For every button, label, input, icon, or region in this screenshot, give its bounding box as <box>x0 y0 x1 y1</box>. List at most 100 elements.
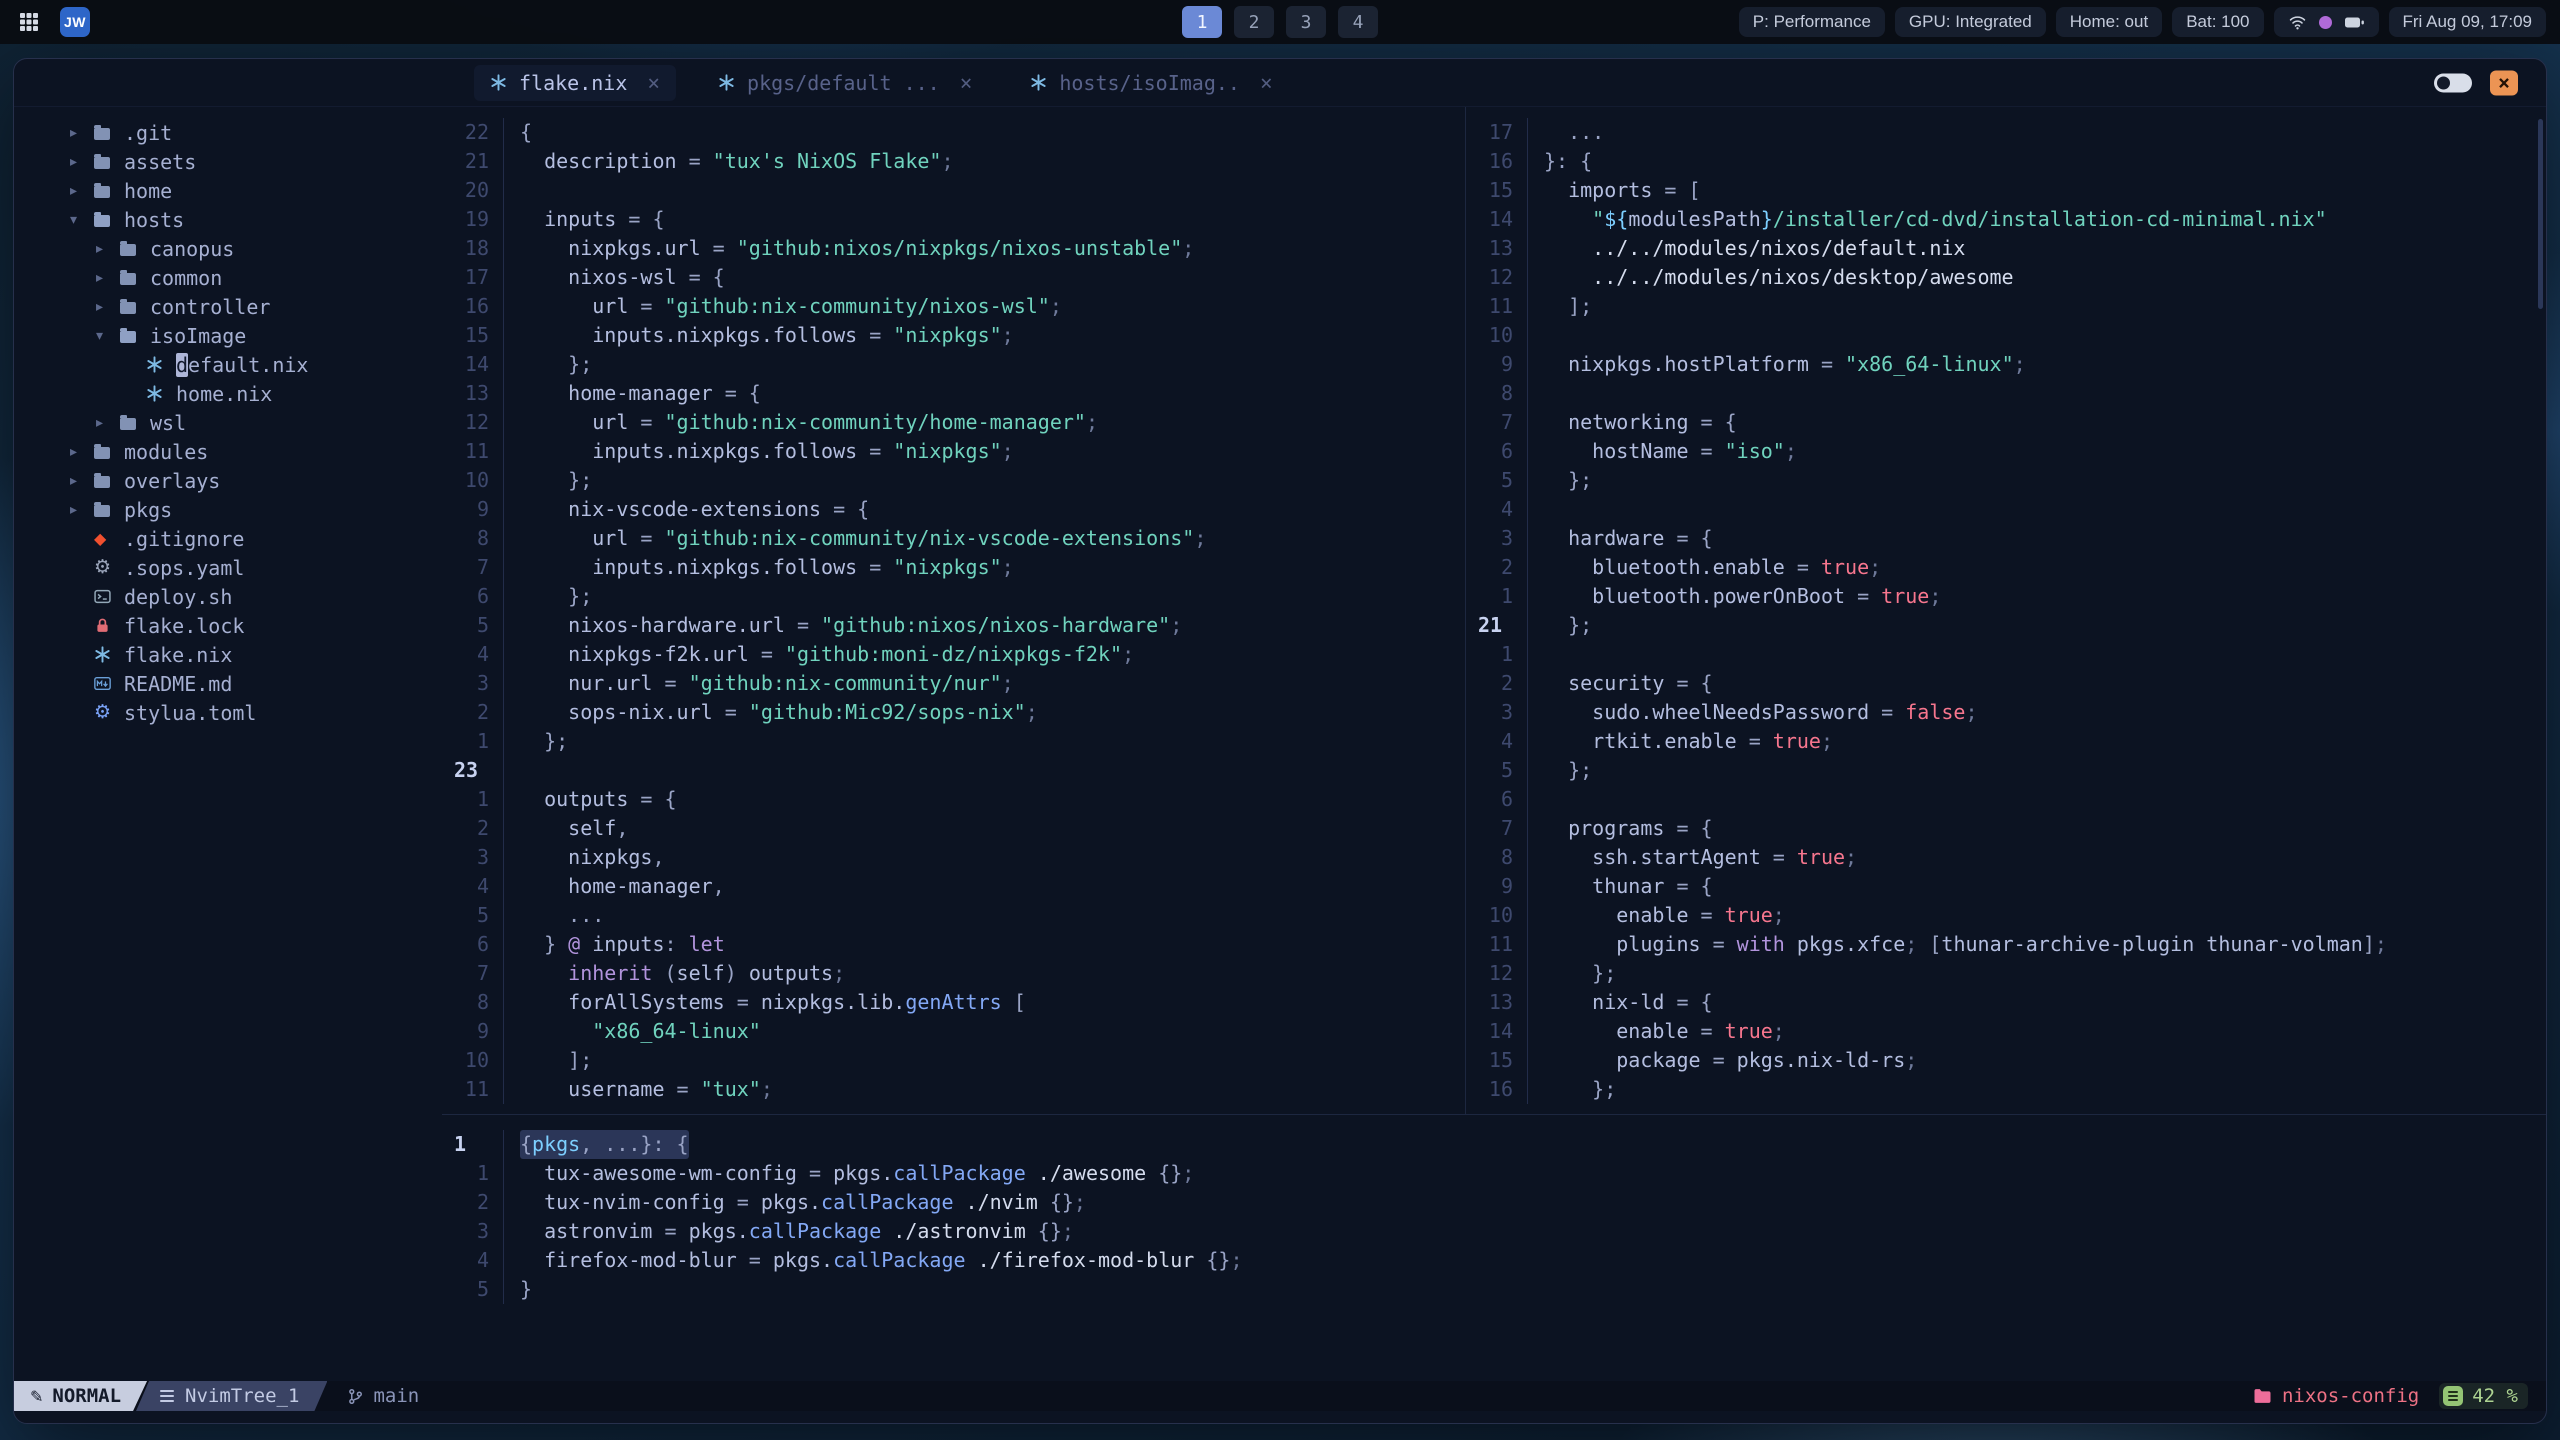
window-close-button[interactable]: × <box>2490 70 2518 95</box>
code-line[interactable]: 1 outputs = { <box>442 785 1465 814</box>
chevron-right-icon[interactable]: ▸ <box>70 502 94 518</box>
editor-pane-pkgs-default-nix[interactable]: 1 {pkgs, ...}: {1 tux-awesome-wm-config =… <box>442 1115 2546 1381</box>
tree-item-dot-gitignore[interactable]: ◆ .gitignore <box>14 524 442 553</box>
code-line[interactable]: 21 }; <box>1466 611 2546 640</box>
code-line[interactable]: 13 home-manager = { <box>442 379 1465 408</box>
editor-pane-flake-nix[interactable]: 22{21 description = "tux's NixOS Flake";… <box>442 107 1466 1114</box>
code-line[interactable]: 9 "x86_64-linux" <box>442 1017 1465 1046</box>
code-line[interactable]: 16}: { <box>1466 147 2546 176</box>
code-line[interactable]: 5} <box>442 1275 2546 1304</box>
code-line[interactable]: 18 nixpkgs.url = "github:nixos/nixpkgs/n… <box>442 234 1465 263</box>
code-line[interactable]: 7 programs = { <box>1466 814 2546 843</box>
tree-item-dot-sops.yaml[interactable]: ⚙ .sops.yaml <box>14 553 442 582</box>
chevron-right-icon[interactable]: ▸ <box>96 270 120 286</box>
code-line[interactable]: 14 "${modulesPath}/installer/cd-dvd/inst… <box>1466 205 2546 234</box>
code-line[interactable]: 2 tux-nvim-config = pkgs.callPackage ./n… <box>442 1188 2546 1217</box>
tab-flake-nix[interactable]: flake.nix × <box>474 64 677 101</box>
window-toggle-switch[interactable] <box>2434 73 2472 92</box>
chevron-right-icon[interactable]: ▸ <box>70 473 94 489</box>
wm-logo-badge[interactable]: JW <box>60 7 90 37</box>
code-line[interactable]: 13 nix-ld = { <box>1466 988 2546 1017</box>
chevron-down-icon[interactable]: ▾ <box>96 328 120 344</box>
code-line[interactable]: 11 inputs.nixpkgs.follows = "nixpkgs"; <box>442 437 1465 466</box>
code-line[interactable]: 2 sops-nix.url = "github:Mic92/sops-nix"… <box>442 698 1465 727</box>
code-line[interactable]: 4 firefox-mod-blur = pkgs.callPackage ./… <box>442 1246 2546 1275</box>
code-line[interactable]: 2 security = { <box>1466 669 2546 698</box>
code-line[interactable]: 8 ssh.startAgent = true; <box>1466 843 2546 872</box>
tree-item-default.nix[interactable]: default.nix <box>14 350 442 379</box>
code-line[interactable]: 12 url = "github:nix-community/home-mana… <box>442 408 1465 437</box>
code-line[interactable]: 7 inherit (self) outputs; <box>442 959 1465 988</box>
code-line[interactable]: 16 }; <box>1466 1075 2546 1104</box>
code-line[interactable]: 8 url = "github:nix-community/nix-vscode… <box>442 524 1465 553</box>
code-line[interactable]: 8 forAllSystems = nixpkgs.lib.genAttrs [ <box>442 988 1465 1017</box>
code-line[interactable]: 3 sudo.wheelNeedsPassword = false; <box>1466 698 2546 727</box>
code-line[interactable]: 19 inputs = { <box>442 205 1465 234</box>
code-line[interactable]: 9 nix-vscode-extensions = { <box>442 495 1465 524</box>
code-line[interactable]: 14 enable = true; <box>1466 1017 2546 1046</box>
code-line[interactable]: 10 enable = true; <box>1466 901 2546 930</box>
code-line[interactable]: 6 } @ inputs: let <box>442 930 1465 959</box>
code-line[interactable]: 5 nixos-hardware.url = "github:nixos/nix… <box>442 611 1465 640</box>
status-pill-home[interactable]: Home: out <box>2055 7 2163 37</box>
status-pill-bat[interactable]: Bat: 100 <box>2172 7 2264 37</box>
code-line[interactable]: 3 nur.url = "github:nix-community/nur"; <box>442 669 1465 698</box>
tree-item-readme.md[interactable]: README.md <box>14 669 442 698</box>
code-line[interactable]: 23 <box>442 756 1465 785</box>
code-line[interactable]: 4 rtkit.enable = true; <box>1466 727 2546 756</box>
tab-close-icon[interactable]: × <box>647 71 660 95</box>
editor-pane-iso-default-nix[interactable]: 17 ... 16}: {15 imports = [14 "${modulesP… <box>1466 107 2546 1114</box>
git-branch[interactable]: main <box>347 1385 419 1407</box>
code-line[interactable]: 9 nixpkgs.hostPlatform = "x86_64-linux"; <box>1466 350 2546 379</box>
workspace-button-3[interactable]: 3 <box>1286 6 1326 38</box>
code-line[interactable]: 3 nixpkgs, <box>442 843 1465 872</box>
code-line[interactable]: 1 {pkgs, ...}: { <box>442 1130 2546 1159</box>
code-line[interactable]: 22 { <box>442 118 1465 147</box>
tree-item-home[interactable]: ▸ home <box>14 176 442 205</box>
scrollbar-thumb[interactable] <box>2538 119 2543 309</box>
workspace-button-4[interactable]: 4 <box>1338 6 1378 38</box>
chevron-right-icon[interactable]: ▸ <box>70 183 94 199</box>
chevron-right-icon[interactable]: ▸ <box>70 154 94 170</box>
tree-item-pkgs[interactable]: ▸ pkgs <box>14 495 442 524</box>
code-line[interactable]: 1 tux-awesome-wm-config = pkgs.callPacka… <box>442 1159 2546 1188</box>
chevron-right-icon[interactable]: ▸ <box>96 299 120 315</box>
tree-item-controller[interactable]: ▸ controller <box>14 292 442 321</box>
code-line[interactable]: 15 imports = [ <box>1466 176 2546 205</box>
clock[interactable]: Fri Aug 09, 17:09 <box>2388 7 2546 37</box>
chevron-right-icon[interactable]: ▸ <box>96 241 120 257</box>
workspace-button-1[interactable]: 1 <box>1182 6 1222 38</box>
code-line[interactable]: 17 nixos-wsl = { <box>442 263 1465 292</box>
tray-icons[interactable] <box>2273 7 2379 37</box>
tab-pkgs-default-[interactable]: pkgs/default ... × <box>702 65 988 101</box>
code-line[interactable]: 12 }; <box>1466 959 2546 988</box>
project-indicator[interactable]: nixos-config <box>2253 1385 2419 1407</box>
status-pill-gpu[interactable]: GPU: Integrated <box>1894 7 2046 37</box>
tree-item-flake.lock[interactable]: flake.lock <box>14 611 442 640</box>
status-pill-p[interactable]: P: Performance <box>1738 7 1885 37</box>
code-line[interactable]: 7 inputs.nixpkgs.follows = "nixpkgs"; <box>442 553 1465 582</box>
code-line[interactable]: 10 }; <box>442 466 1465 495</box>
code-line[interactable]: 12 ../../modules/nixos/desktop/awesome <box>1466 263 2546 292</box>
code-line[interactable]: 17 ... <box>1466 118 2546 147</box>
code-line[interactable]: 5 }; <box>1466 466 2546 495</box>
code-line[interactable]: 16 url = "github:nix-community/nixos-wsl… <box>442 292 1465 321</box>
code-line[interactable]: 6 }; <box>442 582 1465 611</box>
tree-item-home.nix[interactable]: home.nix <box>14 379 442 408</box>
tree-item-isoimage[interactable]: ▾ isoImage <box>14 321 442 350</box>
tree-item-flake.nix[interactable]: flake.nix <box>14 640 442 669</box>
code-line[interactable]: 2 bluetooth.enable = true; <box>1466 553 2546 582</box>
code-line[interactable]: 6 hostName = "iso"; <box>1466 437 2546 466</box>
code-line[interactable]: 9 thunar = { <box>1466 872 2546 901</box>
workspace-button-2[interactable]: 2 <box>1234 6 1274 38</box>
code-line[interactable]: 13 ../../modules/nixos/default.nix <box>1466 234 2546 263</box>
tree-item-canopus[interactable]: ▸ canopus <box>14 234 442 263</box>
code-line[interactable]: 10 ]; <box>442 1046 1465 1075</box>
tab-hosts-isoimag-[interactable]: hosts/isoImag.. × <box>1014 65 1288 101</box>
tree-item-hosts[interactable]: ▾ hosts <box>14 205 442 234</box>
tree-item-stylua.toml[interactable]: ⚙ stylua.toml <box>14 698 442 727</box>
chevron-right-icon[interactable]: ▸ <box>70 444 94 460</box>
chevron-down-icon[interactable]: ▾ <box>70 212 94 228</box>
tree-item-deploy.sh[interactable]: deploy.sh <box>14 582 442 611</box>
tree-item-modules[interactable]: ▸ modules <box>14 437 442 466</box>
